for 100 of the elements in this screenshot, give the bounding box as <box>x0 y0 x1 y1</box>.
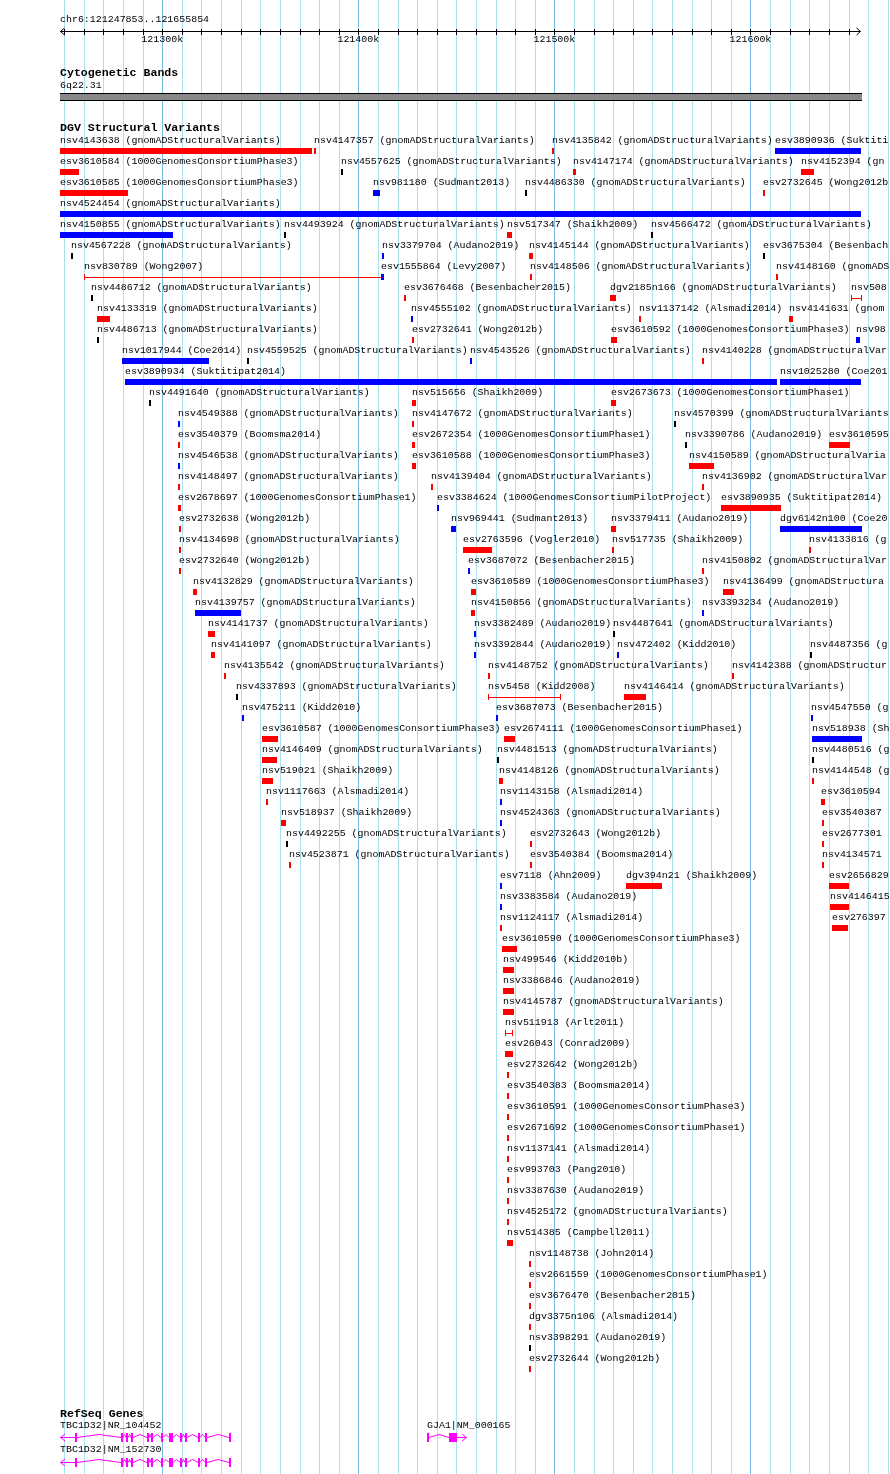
variant-label: esv2678697 (1000GenomesConsortiumPhase1) <box>178 493 417 503</box>
variant-label: nsv1143158 (Alsmadi2014) <box>500 787 644 797</box>
variant-label: nsv4134698 (gnomADStructuralVariants) <box>179 535 400 545</box>
variant-label: esv2656829 <box>829 871 889 881</box>
variant-label: esv3676470 (Besenbacher2015) <box>529 1291 696 1301</box>
variant-label: dgv2185n166 (gnomADStructuralVariants) <box>610 283 837 293</box>
variant-label: esv2763596 (Vogler2010) <box>463 535 601 545</box>
variant-label: nsv4570399 (gnomADStructuralVariants <box>674 409 889 419</box>
track-title: DGV Structural Variants <box>60 122 221 134</box>
variant-label: nsv4481513 (gnomADStructuralVariants) <box>497 745 718 755</box>
variant-label: nsv981180 (Sudmant2013) <box>373 178 511 188</box>
variant-label: esv2732643 (Wong2012b) <box>530 829 662 839</box>
variant-label: nsv4486713 (gnomADStructuralVariants) <box>97 325 318 335</box>
variant-label: nsv472402 (Kidd2010) <box>617 640 737 650</box>
variant-label: esv3610584 (1000GenomesConsortiumPhase3) <box>60 157 299 167</box>
variant-label: nsv3387630 (Audano2019) <box>507 1186 645 1196</box>
variant-label: nsv4487356 (g <box>810 640 888 650</box>
variant-label: nsv4136499 (gnomADStructura <box>723 577 884 587</box>
locus-position: chr6:121247853..121655854 <box>60 15 210 25</box>
variant-label: nsv4150589 (gnomADStructuralVaria <box>689 451 886 461</box>
variant-label: nsv4546538 (gnomADStructuralVariants) <box>178 451 399 461</box>
variant-label: nsv4555102 (gnomADStructuralVariants) <box>411 304 632 314</box>
variant-label: nsv508 <box>851 283 887 293</box>
variant-label: nsv4525172 (gnomADStructuralVariants) <box>507 1207 728 1217</box>
variant-label: esv276397 <box>832 913 886 923</box>
variant-label: nsv3382489 (Audano2019) <box>474 619 612 629</box>
variant-label: nsv4145144 (gnomADStructuralVariants) <box>529 241 750 251</box>
variant-label: nsv1025280 (Coe201 <box>780 367 888 377</box>
gene-label: GJA1|NM_000165 <box>427 1421 511 1431</box>
variant-label: esv2732644 (Wong2012b) <box>529 1354 661 1364</box>
variant-label: nsv1017944 (Coe2014) <box>122 346 242 356</box>
variant-label: nsv4487641 (gnomADStructuralVariants) <box>613 619 834 629</box>
variant-label: nsv1117663 (Alsmadi2014) <box>266 787 410 797</box>
variant-label: esv2732638 (Wong2012b) <box>179 514 311 524</box>
variant-label: nsv4566472 (gnomADStructuralVariants) <box>651 220 872 230</box>
variant-label: nsv4337893 (gnomADStructuralVariants) <box>236 682 457 692</box>
variant-label: nsv4135842 (gnomADStructuralVariants) <box>552 136 773 146</box>
band-label: 6q22.31 <box>60 81 102 91</box>
variant-label: nsv969441 (Sudmant2013) <box>451 514 589 524</box>
variant-label: dgv394n21 (Shaikh2009) <box>626 871 758 881</box>
variant-label: nsv4523871 (gnomADStructuralVariants) <box>289 850 510 860</box>
gene-label: TBC1D32|NR_104452 <box>60 1421 162 1431</box>
variant-label: nsv3379411 (Audano2019) <box>611 514 749 524</box>
track-title: Cytogenetic Bands <box>60 67 179 79</box>
variant-label: nsv4557625 (gnomADStructuralVariants) <box>341 157 562 167</box>
variant-label: nsv4493924 (gnomADStructuralVariants) <box>284 220 505 230</box>
variant-label: esv2672354 (1000GenomesConsortiumPhase1) <box>412 430 651 440</box>
variant-label: nsv4547550 (g <box>811 703 889 713</box>
variant-label: nsv4480516 (g <box>812 745 890 755</box>
variant-label: nsv4139757 (gnomADStructuralVariants) <box>195 598 416 608</box>
variant-label: esv3610590 (1000GenomesConsortiumPhase3) <box>502 934 741 944</box>
variant-label: esv3890936 (Suktiti <box>775 136 889 146</box>
variant-label: nsv511913 (Arlt2011) <box>505 1018 625 1028</box>
variant-label: esv3610592 (1000GenomesConsortiumPhase3) <box>611 325 850 335</box>
variant-label: esv3540387 <box>822 808 882 818</box>
variant-label: esv3610588 (1000GenomesConsortiumPhase3) <box>412 451 651 461</box>
variant-label: nsv3383584 (Audano2019) <box>500 892 638 902</box>
variant-label: esv1555864 (Levy2007) <box>381 262 507 272</box>
variant-label: nsv4132829 (gnomADStructuralVariants) <box>193 577 414 587</box>
variant-label: dgv3375n106 (Alsmadi2014) <box>529 1312 679 1322</box>
variant-label: esv2677301 <box>822 829 882 839</box>
variant-label: esv3676468 (Besenbacher2015) <box>404 283 571 293</box>
variant-label: nsv830789 (Wong2007) <box>84 262 204 272</box>
variant-label: nsv3398291 (Audano2019) <box>529 1333 667 1343</box>
variant-label: nsv4147672 (gnomADStructuralVariants) <box>412 409 633 419</box>
variant-label: nsv4143638 (gnomADStructuralVariants) <box>60 136 281 146</box>
variant-label: nsv4486712 (gnomADStructuralVariants) <box>91 283 312 293</box>
variant-label: nsv4147174 (gnomADStructuralVariants) <box>573 157 794 167</box>
variant-label: nsv4152394 (gn <box>801 157 885 167</box>
variant-label: esv26043 (Conrad2009) <box>505 1039 631 1049</box>
variant-label: nsv1148738 (John2014) <box>529 1249 655 1259</box>
variant-label: nsv4141737 (gnomADStructuralVariants) <box>208 619 429 629</box>
variant-label: esv3610594 <box>821 787 881 797</box>
variant-label: nsv518938 (Sh <box>812 724 890 734</box>
variant-label: nsv4150802 (gnomADStructuralVar <box>702 556 887 566</box>
ruler-tick-label: 121300k <box>141 35 184 45</box>
variant-label: nsv4148160 (gnomADS <box>776 262 890 272</box>
variant-label: esv2661559 (1000GenomesConsortiumPhase1) <box>529 1270 768 1280</box>
variant-label: dgv6142n100 (Coe20 <box>780 514 888 524</box>
variant-label: nsv4148506 (gnomADStructuralVariants) <box>530 262 751 272</box>
variant-label: nsv519021 (Shaikh2009) <box>262 766 394 776</box>
variant-label: esv2732642 (Wong2012b) <box>507 1060 639 1070</box>
variant-label: esv3610589 (1000GenomesConsortiumPhase3) <box>471 577 710 587</box>
track-title: RefSeq Genes <box>60 1408 144 1420</box>
variant-label: nsv3379704 (Audano2019) <box>382 241 520 251</box>
variant-label: esv3610587 (1000GenomesConsortiumPhase3) <box>262 724 501 734</box>
variant-label: nsv4491640 (gnomADStructuralVariants) <box>149 388 370 398</box>
ruler-tick-label: 121400k <box>337 35 380 45</box>
variant-label: esv7118 (Ahn2009) <box>500 871 602 881</box>
variant-label: nsv5458 (Kidd2008) <box>488 682 596 692</box>
variant-label: esv3540384 (Boomsma2014) <box>530 850 674 860</box>
variant-label: nsv4549388 (gnomADStructuralVariants) <box>178 409 399 419</box>
variant-label: nsv4148752 (gnomADStructuralVariants) <box>488 661 709 671</box>
variant-label: nsv518937 (Shaikh2009) <box>281 808 413 818</box>
variant-label: nsv4142388 (gnomADStructur <box>732 661 888 671</box>
variant-label: esv3890935 (Suktitipat2014) <box>721 493 882 503</box>
variant-label: nsv4150856 (gnomADStructuralVariants) <box>471 598 692 608</box>
variant-label: nsv4147357 (gnomADStructuralVariants) <box>314 136 535 146</box>
variant-label: nsv1137142 (Alsmadi2014) <box>639 304 783 314</box>
variant-label: nsv4146409 (gnomADStructuralVariants) <box>262 745 483 755</box>
